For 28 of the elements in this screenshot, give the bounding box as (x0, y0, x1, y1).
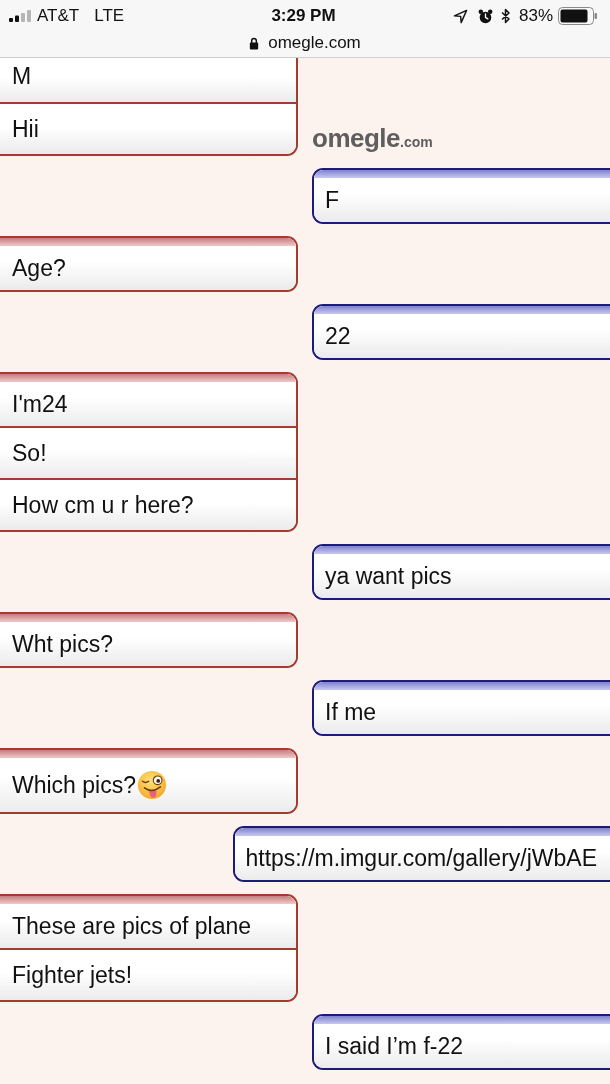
address-bar-url[interactable]: omegle.com (268, 33, 361, 53)
message-text: These are pics of plane (12, 912, 252, 940)
network-type: LTE (94, 6, 125, 26)
message-text: I said I’m f-22 (325, 1032, 464, 1060)
message-text: I'm24 (12, 390, 68, 418)
message-text: If me (325, 698, 377, 726)
location-arrow-icon (452, 8, 468, 24)
message-text: So! (12, 439, 47, 467)
message-text: Which pics? (12, 771, 136, 799)
message-text: F (325, 186, 340, 214)
message-text: How cm u r here? (12, 491, 194, 519)
message-text: Hii (12, 115, 39, 143)
bluetooth-icon (500, 8, 511, 24)
battery-percent: 83% (518, 6, 553, 26)
message-text: https://m.imgur.com/gallery/jWbAE (245, 844, 597, 872)
message-text: Fighter jets! (12, 961, 133, 989)
message-text: Age? (12, 254, 66, 282)
omegle-logo: omegle.com (312, 123, 433, 154)
message-text: Wht pics? (12, 630, 113, 658)
alarm-clock-icon (477, 8, 493, 24)
carrier-name: AT&T (37, 6, 80, 26)
message-text: 22 (325, 322, 351, 350)
message-text: ya want pics (325, 562, 452, 590)
signal-icon (9, 10, 32, 22)
battery-icon (558, 7, 598, 25)
message-text: M (12, 62, 32, 90)
clock-time: 3:29 PM (271, 6, 336, 26)
lock-icon (249, 36, 260, 50)
